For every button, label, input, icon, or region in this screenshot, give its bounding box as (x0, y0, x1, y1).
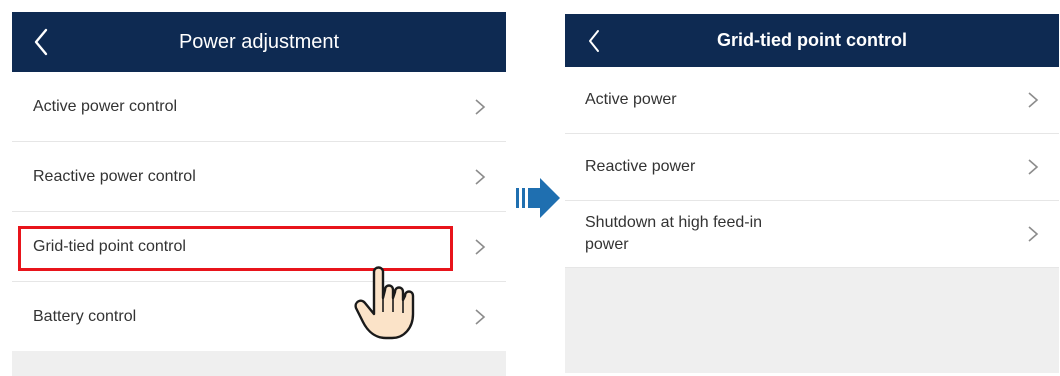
empty-area (565, 268, 1059, 373)
page-title: Power adjustment (178, 30, 340, 53)
list-item-label: Battery control (33, 307, 137, 325)
list-item-reactive-power[interactable]: Reactive power (565, 134, 1059, 201)
list-item-label: Reactive power control (33, 167, 196, 185)
grid-tied-point-control-screen: Grid-tied point control Active power Rea… (565, 14, 1059, 376)
list-item-label: Shutdown at high feed-in power (585, 214, 763, 253)
chevron-right-icon (475, 168, 486, 185)
chevron-right-icon (475, 98, 486, 115)
settings-list: Active power control Reactive power cont… (12, 72, 506, 351)
list-item-label: Reactive power (585, 158, 696, 175)
list-item-reactive-power-control[interactable]: Reactive power control (12, 142, 506, 212)
chevron-right-icon (475, 308, 486, 325)
page-title: Grid-tied point control (717, 30, 907, 50)
arrow-right-icon (516, 178, 560, 218)
chevron-right-icon (475, 238, 486, 255)
navbar: Power adjustment (12, 12, 506, 72)
chevron-right-icon (1028, 159, 1039, 175)
list-item-label: Active power control (33, 97, 178, 115)
chevron-right-icon (1028, 92, 1039, 108)
chevron-right-icon (1028, 226, 1039, 242)
list-item-label: Active power (585, 91, 677, 108)
list-item-active-power-control[interactable]: Active power control (12, 72, 506, 142)
list-item-battery-control[interactable]: Battery control (12, 282, 506, 351)
list-item-active-power[interactable]: Active power (565, 67, 1059, 134)
empty-area (12, 351, 506, 376)
settings-list: Active power Reactive power Shutdown at … (565, 67, 1059, 268)
list-item-shutdown-at-high-feed-in-power[interactable]: Shutdown at high feed-in power (565, 201, 1059, 268)
navbar: Grid-tied point control (565, 14, 1059, 67)
hand-pointer-icon (354, 266, 415, 340)
power-adjustment-screen: Power adjustment Active power control Re… (12, 12, 506, 376)
